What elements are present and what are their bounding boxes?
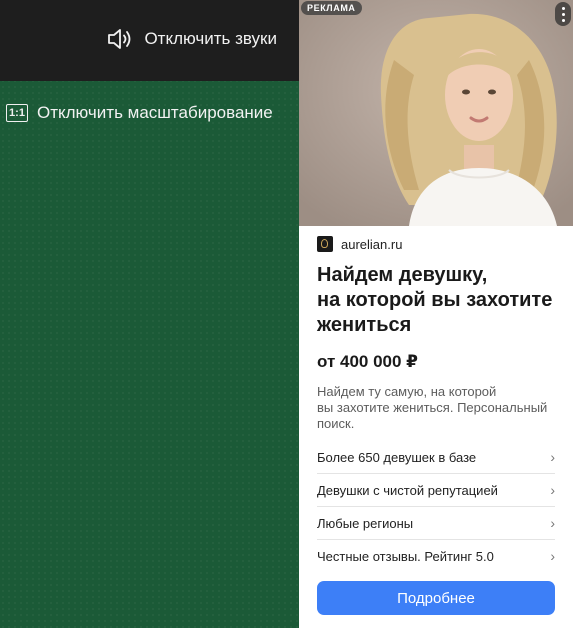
- ad-feature-link[interactable]: Более 650 девушек в базе ›: [317, 441, 555, 474]
- ad-feature-link[interactable]: Девушки с чистой репутацией ›: [317, 474, 555, 507]
- woman-portrait-image: [299, 0, 573, 226]
- disable-zoom-button[interactable]: 1:1 Отключить масштабирование: [6, 99, 273, 127]
- chevron-right-icon: ›: [550, 482, 555, 498]
- ad-badge: РЕКЛАМА: [301, 1, 362, 15]
- ad-feature-label: Любые регионы: [317, 515, 414, 531]
- ad-card[interactable]: РЕКЛАМА aurelian.ru Найдем девушку, на к…: [299, 0, 573, 628]
- mute-sounds-button[interactable]: Отключить звуки: [106, 25, 277, 53]
- ad-feature-link[interactable]: Честные отзывы. Рейтинг 5.0 ›: [317, 540, 555, 572]
- player-top-bar: Отключить звуки: [0, 0, 299, 81]
- ad-feature-list: Более 650 девушек в базе › Девушки с чис…: [317, 441, 555, 572]
- actual-size-icon: 1:1: [6, 104, 28, 122]
- mute-sounds-label: Отключить звуки: [144, 29, 277, 48]
- ad-description: Найдем ту самую, на которой вы захотите …: [317, 384, 548, 431]
- chevron-right-icon: ›: [550, 548, 555, 564]
- ad-feature-label: Более 650 девушек в базе: [317, 449, 477, 465]
- more-details-button[interactable]: Подробнее: [317, 581, 555, 615]
- ad-feature-label: Девушки с чистой репутацией: [317, 482, 498, 498]
- kebab-menu-icon[interactable]: [555, 2, 571, 26]
- disable-zoom-label: Отключить масштабирование: [37, 103, 273, 122]
- ad-feature-label: Честные отзывы. Рейтинг 5.0: [317, 548, 494, 564]
- advertiser-logo-icon: [317, 236, 333, 252]
- ad-feature-link[interactable]: Любые регионы ›: [317, 507, 555, 540]
- ad-price: от 400 000 ₽: [317, 352, 419, 371]
- speaker-icon: [106, 27, 134, 51]
- game-board: Отключить звуки 1:1 Отключить масштабиро…: [0, 0, 299, 628]
- chevron-right-icon: ›: [550, 515, 555, 531]
- advertiser-domain: aurelian.ru: [341, 236, 403, 252]
- chevron-right-icon: ›: [550, 449, 555, 465]
- ad-title[interactable]: Найдем девушку, на которой вы захотите ж…: [317, 263, 563, 338]
- ad-photo[interactable]: РЕКЛАМА: [299, 0, 573, 226]
- ad-source[interactable]: aurelian.ru: [317, 236, 402, 252]
